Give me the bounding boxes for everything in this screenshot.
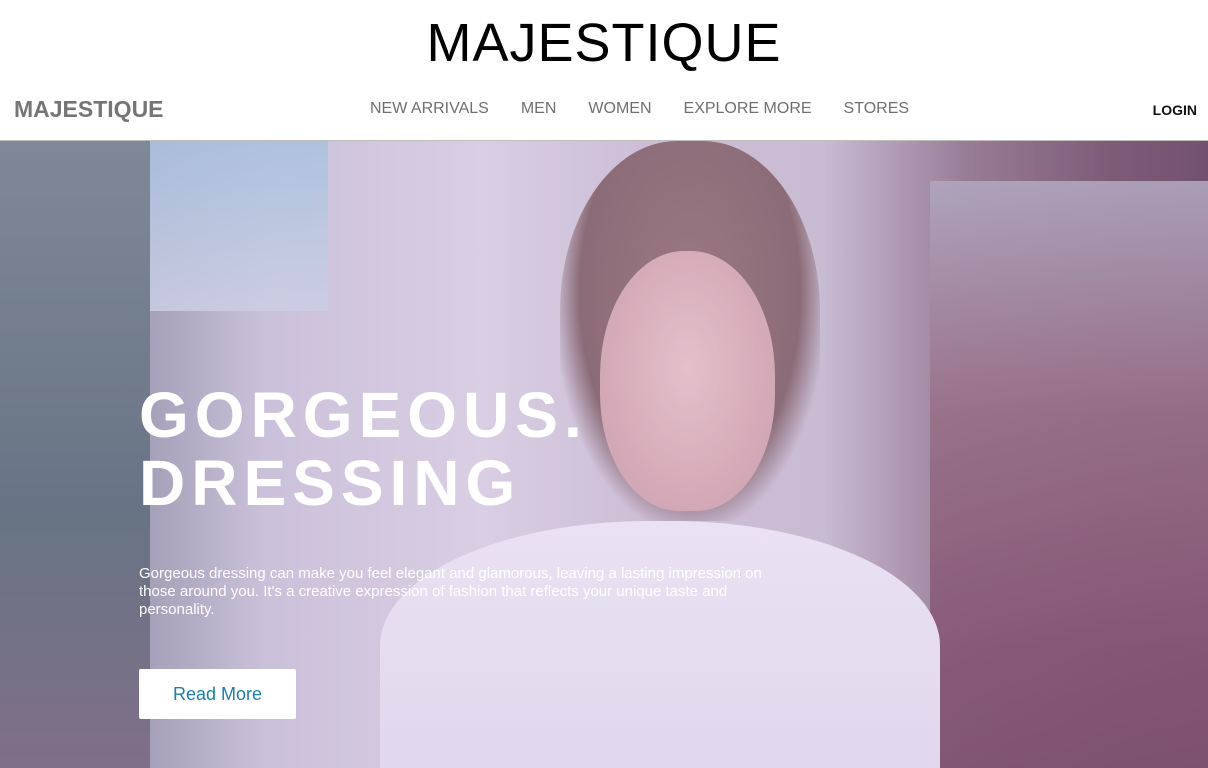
nav-brand-logo[interactable]: MAJESTIQUE	[14, 96, 164, 123]
site-title: MAJESTIQUE	[426, 13, 782, 73]
nav-link-men[interactable]: MEN	[505, 100, 573, 118]
hero-title-line1: GORGEOUS.	[139, 379, 588, 451]
nav-links: NEW ARRIVALS MEN WOMEN EXPLORE MORE STOR…	[354, 100, 925, 118]
hero-section: GORGEOUS. DRESSING Gorgeous dressing can…	[0, 141, 1208, 768]
nav-link-explore-more[interactable]: EXPLORE MORE	[668, 100, 828, 118]
hero-title-line2: DRESSING	[139, 447, 522, 519]
nav-link-stores[interactable]: STORES	[828, 100, 926, 118]
nav-link-women[interactable]: WOMEN	[572, 100, 667, 118]
hero-title: GORGEOUS. DRESSING	[139, 381, 588, 517]
login-link[interactable]: LOGIN	[1153, 102, 1197, 118]
navbar: MAJESTIQUE NEW ARRIVALS MEN WOMEN EXPLOR…	[0, 86, 1208, 141]
nav-link-new-arrivals[interactable]: NEW ARRIVALS	[354, 100, 505, 118]
hero-description: Gorgeous dressing can make you feel eleg…	[139, 565, 762, 618]
read-more-button[interactable]: Read More	[139, 669, 296, 719]
